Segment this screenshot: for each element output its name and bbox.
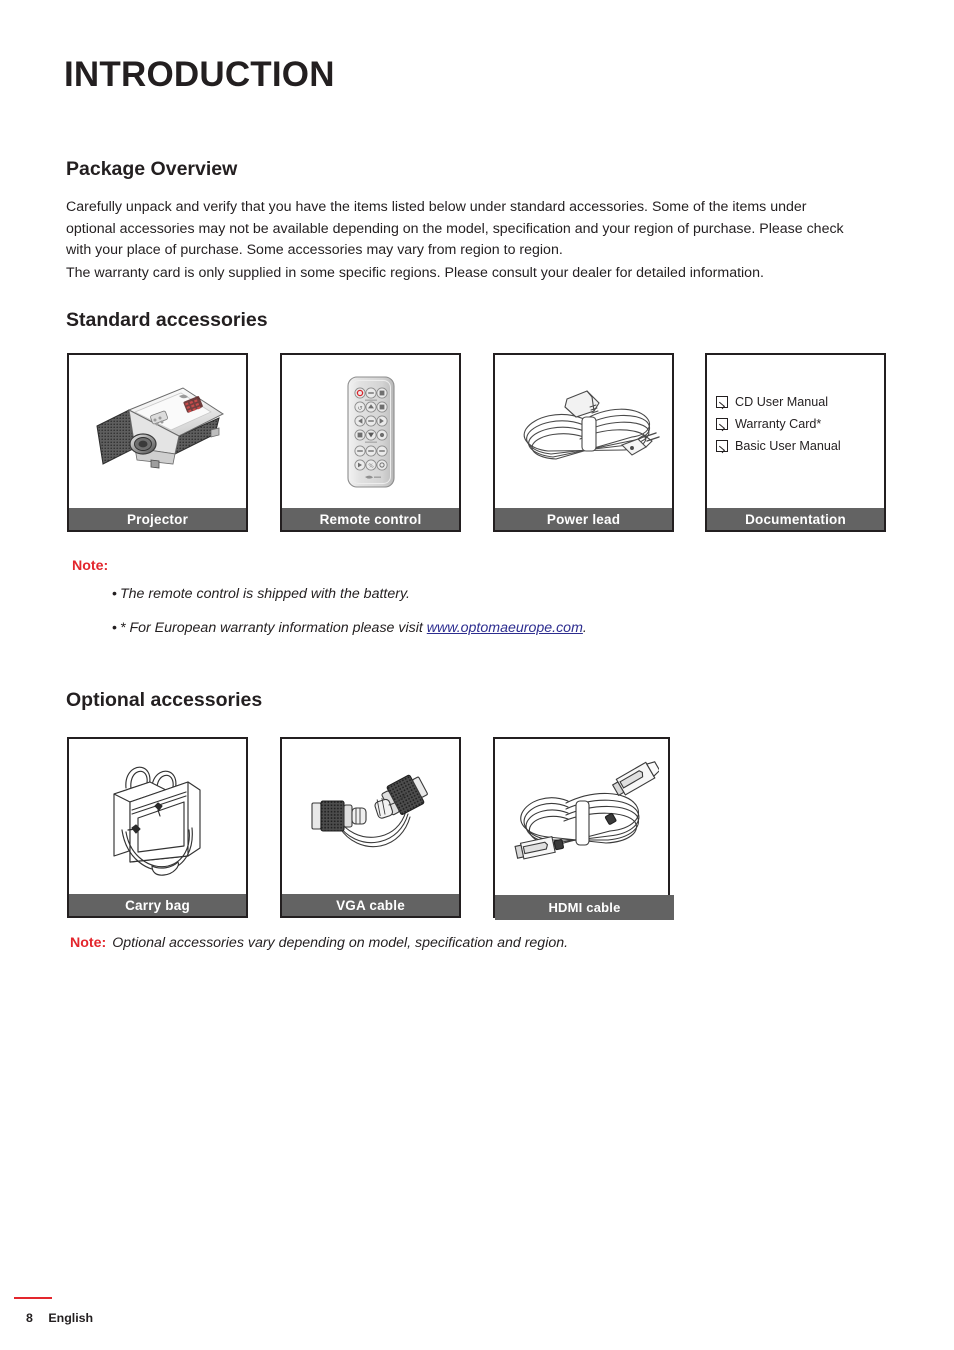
accessory-card-carry-bag: Carry bag (67, 737, 248, 918)
accessory-label-carry-bag: Carry bag (69, 894, 246, 916)
note-bullet: • * For European warranty information pl… (72, 618, 862, 639)
accessory-label-documentation: Documentation (707, 508, 884, 530)
note-bullet-list-standard: • The remote control is shipped with the… (72, 584, 862, 652)
footer: 8 English (26, 1311, 93, 1325)
note-bullet: • The remote control is shipped with the… (72, 584, 862, 605)
note-heading-standard: Note: (72, 557, 108, 575)
optoma-europe-link[interactable]: www.optomaeurope.com (427, 620, 583, 636)
note-text-after-link: . (582, 620, 587, 636)
documentation-item-label: Warranty Card* (735, 417, 822, 431)
accessory-card-projector: Projector (67, 353, 248, 532)
checkbox-checked-icon (716, 396, 728, 408)
svg-text:↺: ↺ (357, 405, 362, 412)
note-label: Note: (72, 558, 109, 574)
hdmi-cable-icon (495, 739, 668, 894)
note-text: Optional accessories vary depending on m… (112, 935, 569, 951)
accessory-card-documentation: CD User Manual Warranty Card* Basic User… (705, 353, 886, 532)
page-number: 8 (26, 1311, 33, 1325)
footer-language: English (48, 1311, 94, 1325)
power-lead-icon (495, 355, 672, 508)
section-heading-optional-accessories: Optional accessories (66, 689, 263, 711)
chapter-title: INTRODUCTION (64, 55, 335, 94)
accessory-card-hdmi-cable: HDMI cable (493, 737, 674, 920)
accessory-card-vga-cable: VGA cable (280, 737, 461, 918)
note-optional-accessories: Note: Optional accessories vary dependin… (70, 935, 568, 951)
accessory-label-vga-cable: VGA cable (282, 894, 459, 916)
package-overview-paragraph-1: Carefully unpack and verify that you hav… (66, 199, 844, 258)
documentation-checklist: CD User Manual Warranty Card* Basic User… (716, 395, 878, 461)
note-label: Note: (70, 935, 107, 951)
documentation-item: Warranty Card* (716, 417, 878, 431)
document-page: INTRODUCTION Package Overview Carefully … (0, 0, 954, 1350)
accessory-card-power-lead: Power lead (493, 353, 674, 532)
documentation-item: Basic User Manual (716, 439, 878, 453)
svg-text:%: % (368, 463, 373, 469)
accessory-label-power-lead: Power lead (495, 508, 672, 530)
checkbox-checked-icon (716, 440, 728, 452)
note-bullet-text: * For European warranty information plea… (120, 618, 862, 639)
accessory-card-remote-control: ↺ % Remote control (280, 353, 461, 532)
accessory-label-hdmi-cable: HDMI cable (495, 895, 674, 920)
projector-icon (69, 355, 246, 508)
bullet-dot-icon: • (112, 586, 117, 602)
documentation-item: CD User Manual (716, 395, 878, 409)
accessory-label-remote-control: Remote control (282, 508, 459, 530)
accessory-label-projector: Projector (69, 508, 246, 530)
bullet-dot-icon: • (112, 620, 117, 636)
note-bullet-text: The remote control is shipped with the b… (120, 586, 410, 602)
remote-control-icon: ↺ % (282, 355, 459, 508)
documentation-item-label: Basic User Manual (735, 439, 841, 453)
carry-bag-icon (69, 739, 246, 894)
vga-cable-icon (282, 739, 459, 894)
footer-divider (14, 1297, 52, 1299)
checkbox-checked-icon (716, 418, 728, 430)
section-heading-standard-accessories: Standard accessories (66, 309, 268, 331)
section-heading-package-overview: Package Overview (66, 158, 238, 180)
documentation-item-label: CD User Manual (735, 395, 829, 409)
note-text-before-link: * For European warranty information plea… (120, 620, 427, 636)
package-overview-paragraph-2: The warranty card is only supplied in so… (66, 265, 764, 281)
